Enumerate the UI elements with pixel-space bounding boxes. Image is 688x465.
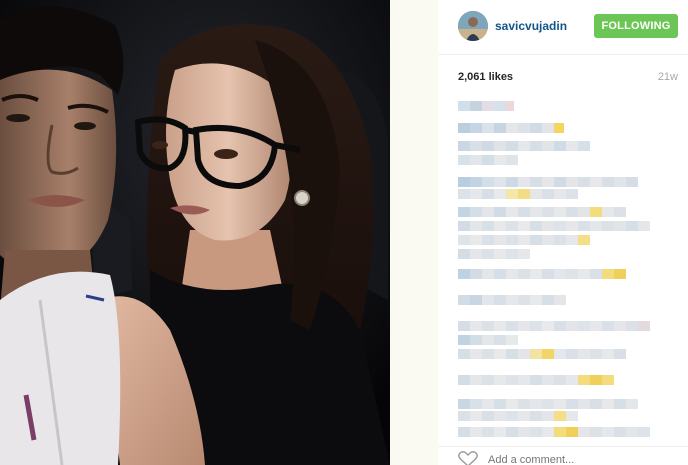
pixelated-line bbox=[458, 375, 614, 385]
photo-image bbox=[0, 0, 390, 465]
pixelated-line bbox=[458, 189, 578, 199]
pixelated-line bbox=[458, 349, 626, 359]
pixelated-line bbox=[458, 249, 530, 259]
pixelated-line bbox=[458, 177, 638, 187]
pixelated-line bbox=[458, 321, 650, 331]
pixelated-line bbox=[458, 295, 566, 305]
post-photo[interactable] bbox=[0, 0, 390, 465]
pixelated-line bbox=[458, 155, 518, 165]
avatar[interactable] bbox=[458, 11, 488, 41]
following-button[interactable]: FOLLOWING bbox=[594, 14, 678, 38]
post-age[interactable]: 21w bbox=[658, 71, 678, 83]
likes-count[interactable]: 2,061 likes bbox=[458, 71, 513, 83]
username-link[interactable]: savicvujadin bbox=[495, 19, 567, 33]
pixelated-line bbox=[458, 269, 626, 279]
pixelated-line bbox=[458, 207, 626, 217]
add-comment-input[interactable] bbox=[488, 454, 648, 465]
pixelated-line bbox=[458, 123, 564, 133]
avatar-image bbox=[458, 11, 488, 41]
pixelated-line bbox=[458, 335, 518, 345]
photo-gutter bbox=[390, 0, 438, 465]
pixelated-line bbox=[458, 221, 650, 231]
like-button[interactable] bbox=[458, 451, 478, 465]
pixelated-line bbox=[458, 427, 650, 437]
pixelated-line bbox=[458, 411, 578, 421]
caption-pixelated bbox=[458, 96, 688, 441]
pixelated-line bbox=[458, 399, 638, 409]
heart-outline-icon bbox=[458, 451, 478, 465]
post-sidebar: savicvujadin FOLLOWING 2,061 likes 21w bbox=[438, 0, 688, 465]
post-header: savicvujadin FOLLOWING bbox=[438, 0, 688, 55]
pixelated-line bbox=[458, 101, 514, 111]
instagram-post: savicvujadin FOLLOWING 2,061 likes 21w bbox=[0, 0, 688, 465]
pixelated-line bbox=[458, 141, 590, 151]
pixelated-line bbox=[458, 235, 590, 245]
